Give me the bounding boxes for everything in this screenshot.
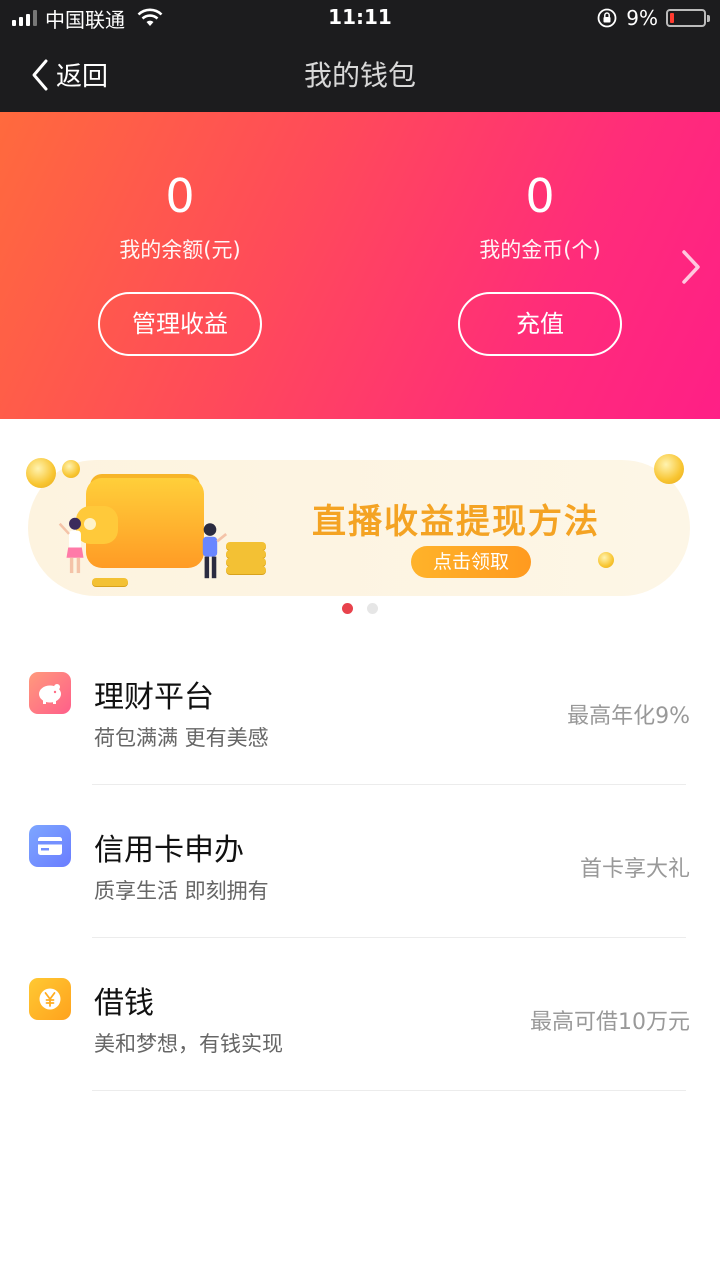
coin-decoration xyxy=(598,552,614,568)
recharge-button[interactable]: 充值 xyxy=(458,292,622,356)
coin-decoration xyxy=(26,458,56,488)
coins-label: 我的金币(个) xyxy=(479,238,601,262)
item-subtitle: 荷包满满 更有美感 xyxy=(94,726,269,750)
coins-value: 0 xyxy=(525,169,555,223)
wallet-summary: 0 我的余额(元) 管理收益 0 我的金币(个) 充值 xyxy=(0,112,720,419)
item-subtitle: 质享生活 即刻拥有 xyxy=(94,879,269,903)
item-title: 理财平台 xyxy=(94,680,214,715)
navigation-bar: 返回 我的钱包 xyxy=(0,36,720,112)
item-highlight: 最高可借10万元 xyxy=(530,1010,690,1035)
banner-claim-button[interactable]: 点击领取 xyxy=(411,546,531,578)
item-highlight: 最高年化9% xyxy=(567,704,690,729)
woman-illustration xyxy=(58,517,84,574)
carousel-indicator xyxy=(0,603,720,614)
battery-icon xyxy=(666,9,710,27)
balance-section: 0 我的余额(元) 管理收益 xyxy=(0,112,360,419)
item-subtitle: 美和梦想，有钱实现 xyxy=(94,1032,283,1056)
status-bar: 中国联通 11:11 9% xyxy=(0,0,720,36)
credit-card-icon xyxy=(29,825,71,867)
coin-decoration xyxy=(62,460,80,478)
list-item-borrow-money[interactable]: 借钱 美和梦想，有钱实现 最高可借10万元 xyxy=(0,938,720,1091)
item-title: 借钱 xyxy=(94,986,154,1021)
list-item-credit-card[interactable]: 信用卡申办 质享生活 即刻拥有 首卡享大礼 xyxy=(0,785,720,938)
service-list: 理财平台 荷包满满 更有美感 最高年化9% 信用卡申办 质享生活 即刻拥有 首卡… xyxy=(0,632,720,1091)
promo-banner[interactable]: 直播收益提现方法 点击领取 xyxy=(26,454,690,596)
item-title: 信用卡申办 xyxy=(94,833,244,868)
carousel-dot-active[interactable] xyxy=(342,603,353,614)
coin-decoration xyxy=(654,454,684,484)
chevron-right-icon[interactable] xyxy=(678,247,704,287)
coins-section: 0 我的金币(个) 充值 xyxy=(360,112,720,419)
list-item-wealth-platform[interactable]: 理财平台 荷包满满 更有美感 最高年化9% xyxy=(0,632,720,785)
carousel-dot[interactable] xyxy=(367,603,378,614)
man-illustration xyxy=(202,523,228,579)
balance-label: 我的余额(元) xyxy=(119,238,241,262)
page-title: 我的钱包 xyxy=(303,59,416,92)
piggy-bank-icon xyxy=(29,672,71,714)
item-highlight: 首卡享大礼 xyxy=(579,857,690,882)
banner-title: 直播收益提现方法 xyxy=(312,502,600,542)
rotation-lock-icon xyxy=(597,8,617,28)
yen-coin-icon xyxy=(29,978,71,1020)
battery-percent: 9% xyxy=(626,6,658,30)
balance-value: 0 xyxy=(165,169,195,223)
manage-earnings-button[interactable]: 管理收益 xyxy=(98,292,262,356)
divider xyxy=(92,1090,686,1091)
